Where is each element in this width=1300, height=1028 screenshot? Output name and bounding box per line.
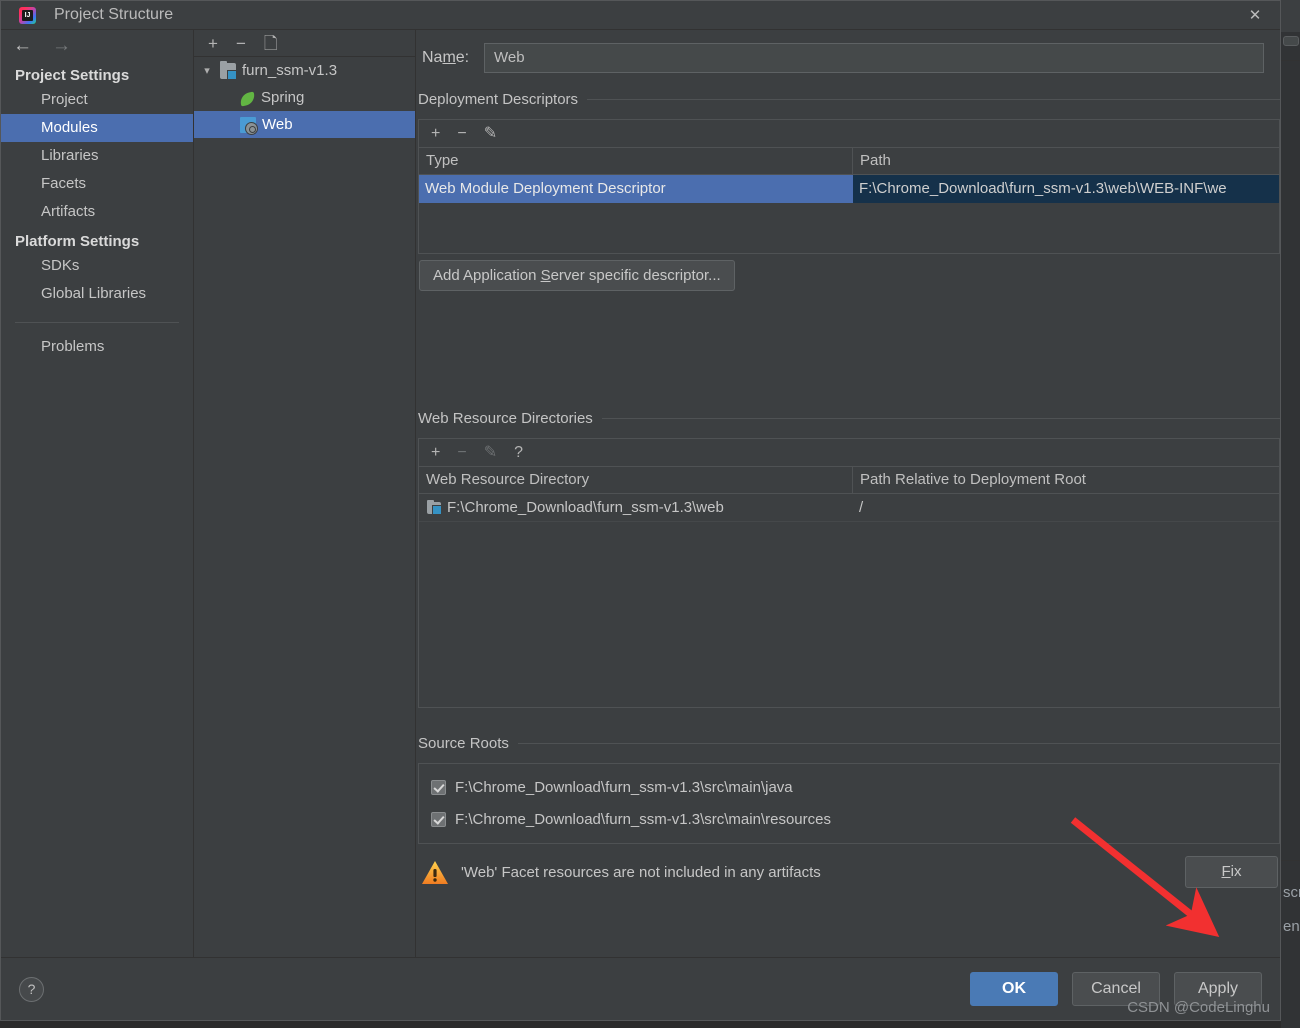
logo-text: IJ	[24, 11, 31, 19]
tree-node-label: Web	[262, 116, 293, 133]
list-item[interactable]: F:\Chrome_Download\furn_ssm-v1.3\src\mai…	[419, 771, 1279, 803]
web-resource-directories-group-header: Web Resource Directories	[416, 405, 1280, 431]
module-tree-panel: + − 🗋 ▾ furn_ssm-v1.3 Spring Web	[194, 30, 416, 957]
minus-icon[interactable]: −	[457, 125, 466, 142]
module-tree-toolbar: + − 🗋	[194, 30, 415, 57]
deployment-descriptors-panel: + − ✎ Type Path Web Module Deployment De…	[418, 119, 1280, 254]
web-resource-toolbar: + − ✎ ?	[419, 439, 1279, 467]
name-row: Name: Web	[416, 30, 1280, 86]
dialog-titlebar: IJ Project Structure ✕	[1, 1, 1280, 29]
watermark: CSDN @CodeLinghu	[1127, 999, 1270, 1016]
web-facet-icon	[240, 116, 258, 135]
cell-text: F:\Chrome_Download\furn_ssm-v1.3\web	[447, 498, 724, 516]
source-roots-group-header: Source Roots	[416, 730, 1280, 756]
project-structure-dialog: IJ Project Structure ✕ ← → Project Setti…	[0, 0, 1281, 1021]
sidebar-item-problems[interactable]: Problems	[1, 333, 193, 361]
group-divider	[601, 417, 1280, 419]
deployment-table-body: Web Module Deployment Descriptor F:\Chro…	[419, 175, 1279, 253]
dialog-title: Project Structure	[54, 6, 174, 23]
source-roots-panel: F:\Chrome_Download\furn_ssm-v1.3\src\mai…	[418, 763, 1280, 844]
sidebar-item-modules[interactable]: Modules	[1, 114, 193, 142]
fix-button[interactable]: Fix	[1185, 856, 1278, 888]
source-root-checkbox[interactable]	[431, 811, 446, 827]
ok-button[interactable]: OK	[970, 972, 1058, 1006]
sidebar-item-libraries[interactable]: Libraries	[1, 142, 193, 170]
deployment-table-header: Type Path	[419, 148, 1279, 175]
copy-icon[interactable]: 🗋	[264, 35, 278, 52]
sidebar-item-sdks[interactable]: SDKs	[1, 252, 193, 280]
plus-icon[interactable]: +	[208, 35, 218, 52]
warning-row: 'Web' Facet resources are not included i…	[416, 844, 1280, 900]
column-header-type[interactable]: Type	[419, 148, 853, 174]
deployment-descriptors-group-header: Deployment Descriptors	[416, 86, 1280, 112]
settings-sidebar: ← → Project Settings Project Modules Lib…	[1, 30, 194, 957]
column-header-path-relative[interactable]: Path Relative to Deployment Root	[853, 467, 1279, 493]
dialog-footer: ? OK Cancel Apply CSDN @CodeLinghu	[1, 957, 1280, 1020]
warning-message: 'Web' Facet resources are not included i…	[461, 863, 821, 881]
group-divider	[517, 742, 1280, 744]
cell-relative-path[interactable]: /	[853, 494, 1279, 521]
deployment-toolbar: + − ✎	[419, 120, 1279, 148]
tree-node-spring[interactable]: Spring	[194, 84, 415, 111]
sidebar-nav-arrows: ← →	[1, 30, 193, 60]
warning-triangle-icon	[420, 859, 450, 886]
tree-node-web[interactable]: Web	[194, 111, 415, 138]
name-input[interactable]: Web	[484, 43, 1264, 73]
sidebar-heading-project-settings: Project Settings	[15, 67, 130, 84]
sidebar-item-project[interactable]: Project	[1, 86, 193, 114]
cell-type[interactable]: Web Module Deployment Descriptor	[419, 175, 853, 203]
tree-node-furn-ssm[interactable]: ▾ furn_ssm-v1.3	[194, 57, 415, 84]
question-mark-icon[interactable]: ?	[19, 976, 44, 1002]
web-resource-table-body: F:\Chrome_Download\furn_ssm-v1.3\web /	[419, 494, 1279, 707]
group-label: Source Roots	[418, 734, 509, 752]
web-resource-directories-panel: + − ✎ ? Web Resource Directory Path Rela…	[418, 438, 1280, 708]
chevron-down-icon[interactable]: ▾	[200, 64, 214, 77]
minus-icon[interactable]: −	[457, 444, 466, 461]
source-root-label: F:\Chrome_Download\furn_ssm-v1.3\src\mai…	[455, 810, 831, 828]
back-arrow-icon[interactable]: ←	[13, 36, 32, 55]
group-label: Web Resource Directories	[418, 409, 593, 427]
screen-root: scr en IJ Project Structure ✕ ← → Projec…	[0, 0, 1300, 1028]
name-label: Name:	[422, 49, 470, 66]
sidebar-item-facets[interactable]: Facets	[1, 170, 193, 198]
web-resource-table-header: Web Resource Directory Path Relative to …	[419, 467, 1279, 494]
plus-icon[interactable]: +	[431, 444, 440, 461]
tree-node-label: Spring	[261, 89, 305, 106]
forward-arrow-icon[interactable]: →	[52, 36, 71, 55]
sidebar-item-global-libraries[interactable]: Global Libraries	[1, 280, 193, 308]
question-mark-icon[interactable]: ?	[514, 444, 523, 461]
source-root-checkbox[interactable]	[431, 779, 446, 795]
group-label: Deployment Descriptors	[418, 90, 579, 108]
group-divider	[587, 98, 1280, 100]
web-dir-folder-icon	[427, 499, 442, 515]
sidebar-divider	[15, 322, 179, 323]
sidebar-heading-platform-settings: Platform Settings	[15, 233, 140, 250]
column-header-path[interactable]: Path	[853, 148, 1279, 174]
tree-node-label: furn_ssm-v1.3	[242, 62, 338, 79]
close-icon[interactable]: ✕	[1244, 5, 1266, 27]
background-text-fragment-1: scr	[1283, 884, 1300, 901]
table-row[interactable]: F:\Chrome_Download\furn_ssm-v1.3\web /	[419, 494, 1279, 522]
column-header-web-resource-directory[interactable]: Web Resource Directory	[419, 467, 853, 493]
cell-web-resource-directory[interactable]: F:\Chrome_Download\furn_ssm-v1.3\web	[419, 494, 853, 521]
source-root-label: F:\Chrome_Download\furn_ssm-v1.3\src\mai…	[455, 778, 793, 796]
pencil-icon[interactable]: ✎	[484, 125, 497, 142]
web-facet-settings-panel: Name: Web Deployment Descriptors + − ✎ T…	[416, 30, 1280, 957]
module-folder-icon	[220, 60, 237, 80]
module-tree-list: ▾ furn_ssm-v1.3 Spring Web	[194, 57, 415, 957]
minus-icon[interactable]: −	[236, 35, 246, 52]
plus-icon[interactable]: +	[431, 125, 440, 142]
cell-path[interactable]: F:\Chrome_Download\furn_ssm-v1.3\web\WEB…	[853, 175, 1279, 203]
intellij-idea-logo-icon: IJ	[19, 6, 36, 24]
dialog-body: ← → Project Settings Project Modules Lib…	[1, 29, 1280, 957]
pencil-icon[interactable]: ✎	[484, 444, 497, 461]
background-text-fragment-2: en	[1283, 918, 1300, 935]
list-item[interactable]: F:\Chrome_Download\furn_ssm-v1.3\src\mai…	[419, 803, 1279, 835]
table-row[interactable]: Web Module Deployment Descriptor F:\Chro…	[419, 175, 1279, 203]
sidebar-item-artifacts[interactable]: Artifacts	[1, 198, 193, 226]
spring-leaf-icon	[238, 91, 257, 106]
